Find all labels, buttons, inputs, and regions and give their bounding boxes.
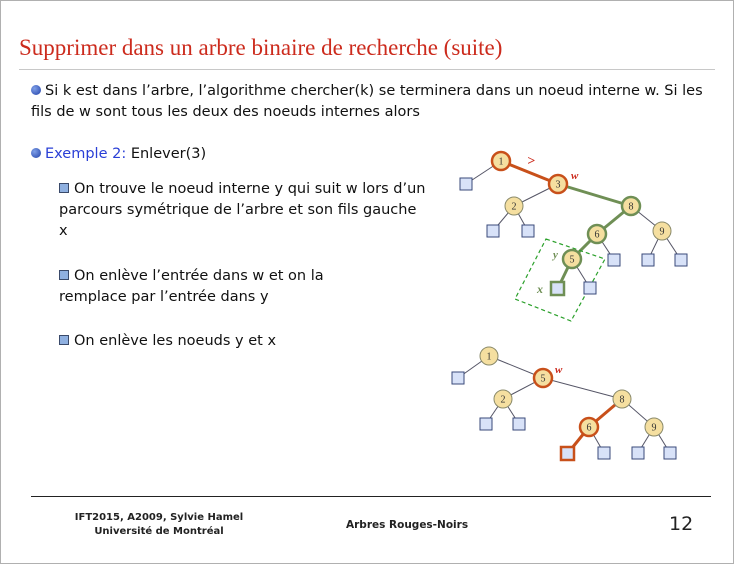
node-label: 6 bbox=[587, 423, 592, 434]
footer-topic: Arbres Rouges-Noirs bbox=[346, 519, 469, 531]
tree-after-diagram: 1 5 2 8 6 9 w bbox=[451, 346, 677, 462]
tree-edge bbox=[542, 377, 623, 400]
leaf-node-relinked bbox=[559, 445, 576, 462]
node-label: 9 bbox=[652, 423, 657, 434]
footer-university: Université de Montréal bbox=[94, 526, 224, 537]
leaf-node bbox=[512, 417, 526, 431]
leaf-node bbox=[597, 446, 611, 460]
page-number: 12 bbox=[669, 513, 694, 535]
node-label: 8 bbox=[620, 395, 625, 406]
slide: Supprimer dans un arbre binaire de reche… bbox=[0, 0, 734, 564]
leaf-node bbox=[479, 417, 493, 431]
leaf-node bbox=[451, 371, 465, 385]
node-label: 1 bbox=[487, 352, 492, 363]
node-label: 2 bbox=[501, 395, 506, 406]
footer-divider bbox=[31, 496, 711, 497]
w-label: w bbox=[555, 364, 563, 376]
node-label: 5 bbox=[541, 374, 546, 385]
leaf-node bbox=[631, 446, 645, 460]
leaf-node bbox=[663, 446, 677, 460]
footer-credits: IFT2015, A2009, Sylvie Hamel Université … bbox=[59, 511, 259, 539]
footer-course: IFT2015, A2009, Sylvie Hamel bbox=[74, 512, 244, 523]
